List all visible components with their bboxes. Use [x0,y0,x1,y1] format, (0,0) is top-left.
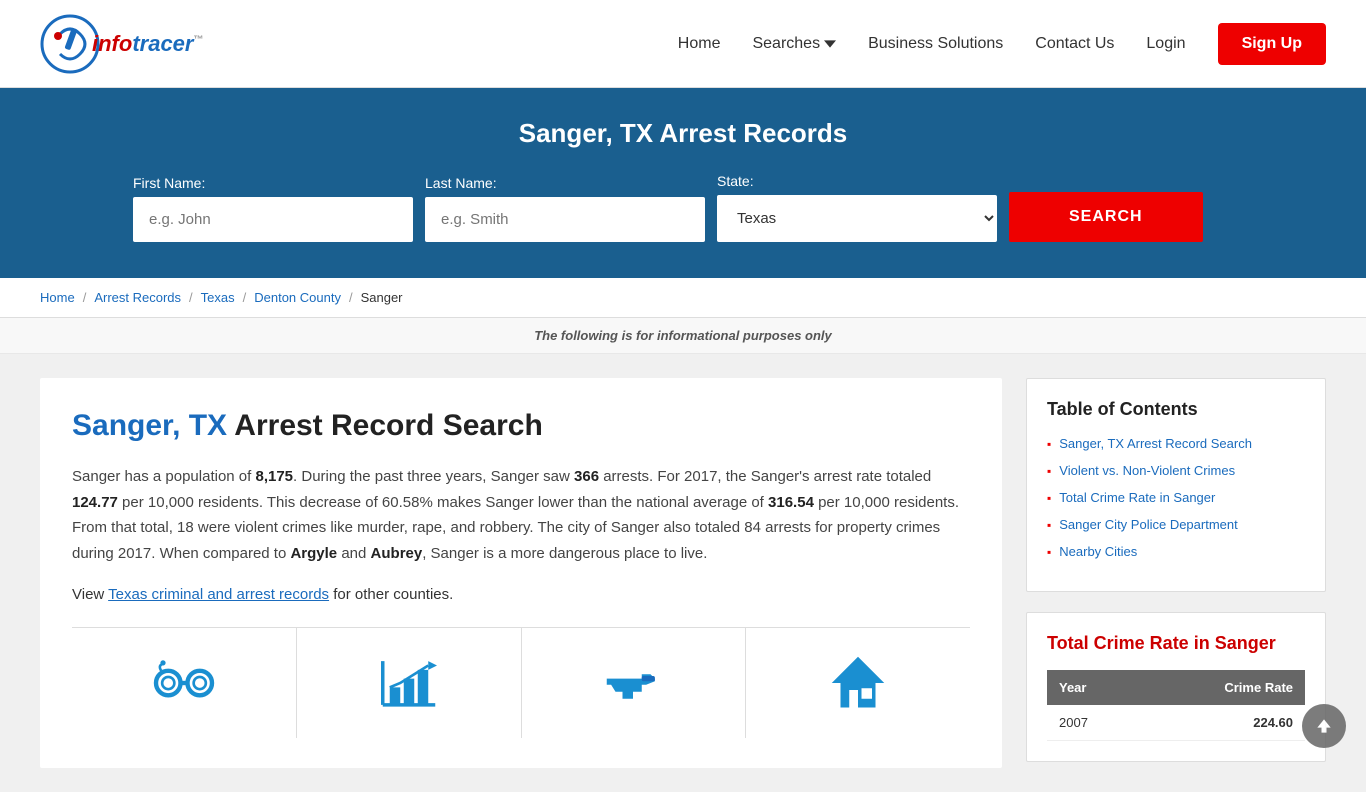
logo[interactable]: infotracer™ [40,14,203,74]
breadcrumb: Home / Arrest Records / Texas / Denton C… [40,290,1326,305]
search-form: First Name: Last Name: State: Texas Alab… [133,173,1233,242]
first-name-label: First Name: [133,175,413,191]
nav-business[interactable]: Business Solutions [868,35,1003,53]
last-name-input[interactable] [425,197,705,242]
content-left: Sanger, TX Arrest Record Search Sanger h… [40,378,1002,768]
info-banner-text: The following is for informational purpo… [534,328,832,343]
hero-section: Sanger, TX Arrest Records First Name: La… [0,88,1366,278]
signup-button[interactable]: Sign Up [1218,23,1326,65]
icon-cell-handcuffs [72,628,297,738]
breadcrumb-sep-3: / [243,290,247,305]
toc-item-5: Nearby Cities [1047,544,1305,559]
main-nav: Home Searches Business Solutions Contact… [678,23,1326,65]
nav-home[interactable]: Home [678,35,721,53]
login-button[interactable]: Login [1146,35,1185,53]
toc-box: Table of Contents Sanger, TX Arrest Reco… [1026,378,1326,592]
desc-city1: Argyle [290,545,337,562]
icons-row [72,627,970,738]
description-paragraph: Sanger has a population of 8,175. During… [72,464,970,566]
scroll-top-button[interactable] [1302,704,1346,748]
desc-p2: . During the past three years, Sanger sa… [293,468,574,485]
state-label: State: [717,173,997,189]
breadcrumb-sep-1: / [83,290,87,305]
hero-title: Sanger, TX Arrest Records [40,118,1326,149]
gun-icon [598,648,668,718]
desc-p4: per 10,000 residents. This decrease of 6… [118,494,768,511]
desc-p1: Sanger has a population of [72,468,255,485]
breadcrumb-sep-4: / [349,290,353,305]
breadcrumb-arrest-records[interactable]: Arrest Records [94,290,181,305]
view-link-paragraph: View Texas criminal and arrest records f… [72,586,970,603]
title-rest: Arrest Record Search [227,409,543,442]
toc-title: Table of Contents [1047,399,1305,420]
last-name-label: Last Name: [425,175,705,191]
handcuffs-icon [149,648,219,718]
icon-cell-gun [522,628,747,738]
view-link[interactable]: Texas criminal and arrest records [108,586,329,603]
crime-table-header-year: Year [1047,670,1141,705]
toc-link-2[interactable]: Violent vs. Non-Violent Crimes [1059,463,1235,478]
crime-table-rate-1: 224.60 [1141,705,1305,741]
toc-item-2: Violent vs. Non-Violent Crimes [1047,463,1305,478]
state-select[interactable]: Texas Alabama California [717,195,997,242]
title-tx: , TX [172,409,227,442]
toc-item-3: Total Crime Rate in Sanger [1047,490,1305,505]
breadcrumb-home[interactable]: Home [40,290,75,305]
breadcrumb-sep-2: / [189,290,193,305]
breadcrumb-texas[interactable]: Texas [201,290,235,305]
toc-list: Sanger, TX Arrest Record Search Violent … [1047,436,1305,559]
title-city: Sanger [72,409,172,442]
search-button[interactable]: SEARCH [1009,192,1203,242]
toc-link-1[interactable]: Sanger, TX Arrest Record Search [1059,436,1252,451]
icon-cell-chart [297,628,522,738]
first-name-group: First Name: [133,175,413,242]
toc-item-4: Sanger City Police Department [1047,517,1305,532]
desc-p6: , Sanger is a more dangerous place to li… [422,545,707,562]
house-icon [823,648,893,718]
desc-p3: arrests. For 2017, the Sanger's arrest r… [599,468,931,485]
desc-population: 8,175 [255,468,293,485]
nav-contact[interactable]: Contact Us [1035,35,1114,53]
view-suffix: for other counties. [329,586,453,603]
crime-table-row-1: 2007 224.60 [1047,705,1305,741]
state-group: State: Texas Alabama California [717,173,997,242]
breadcrumb-denton-county[interactable]: Denton County [254,290,341,305]
toc-link-3[interactable]: Total Crime Rate in Sanger [1059,490,1215,505]
desc-city2: Aubrey [371,545,423,562]
first-name-input[interactable] [133,197,413,242]
toc-link-4[interactable]: Sanger City Police Department [1059,517,1237,532]
logo-icon [40,14,100,74]
arrow-up-icon [1314,716,1334,736]
chart-icon [374,648,444,718]
nav-searches[interactable]: Searches [752,35,836,53]
icon-cell-house [746,628,970,738]
logo-text-blue: tracer [132,31,193,56]
view-prefix: View [72,586,108,603]
info-banner: The following is for informational purpo… [0,318,1366,354]
page-header: infotracer™ Home Searches Business Solut… [0,0,1366,88]
logo-text-red: info [92,31,132,56]
toc-item-1: Sanger, TX Arrest Record Search [1047,436,1305,451]
page-title: Sanger, TX Arrest Record Search [72,408,970,444]
toc-link-5[interactable]: Nearby Cities [1059,544,1137,559]
crime-table-header-rate: Crime Rate [1141,670,1305,705]
crime-box: Total Crime Rate in Sanger Year Crime Ra… [1026,612,1326,762]
main-content: Sanger, TX Arrest Record Search Sanger h… [0,354,1366,792]
breadcrumb-bar: Home / Arrest Records / Texas / Denton C… [0,278,1366,318]
desc-national-avg: 316.54 [768,494,814,511]
desc-and: and [337,545,370,562]
crime-table: Year Crime Rate 2007 224.60 [1047,670,1305,741]
crime-table-year-1: 2007 [1047,705,1141,741]
breadcrumb-sanger: Sanger [361,290,403,305]
desc-arrests: 366 [574,468,599,485]
desc-arrest-rate: 124.77 [72,494,118,511]
logo-tm: ™ [193,34,203,45]
chevron-down-icon [824,38,836,50]
content-right: Table of Contents Sanger, TX Arrest Reco… [1026,378,1326,768]
crime-title: Total Crime Rate in Sanger [1047,633,1305,654]
last-name-group: Last Name: [425,175,705,242]
